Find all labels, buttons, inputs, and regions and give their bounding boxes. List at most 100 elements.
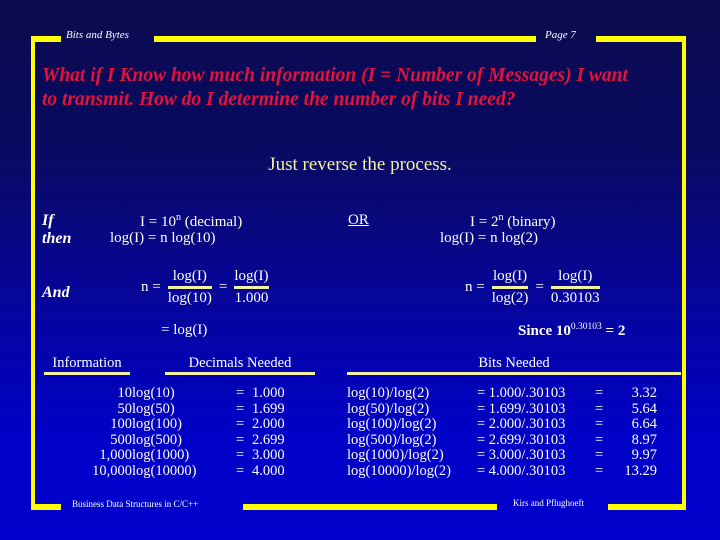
footer-left-label: Business Data Structures in C/C++ — [72, 499, 199, 509]
label-if: If — [42, 212, 54, 229]
fraction-decimal-operator: = — [218, 279, 228, 295]
fraction-decimal-lead: n = — [141, 279, 161, 295]
table-row: log(100)/log(2) = 2.000/.30103 = 6.64 — [347, 417, 657, 433]
fraction-decimal-first: log(I) log(10) — [164, 268, 216, 307]
cell-decimal-value: 1.000 — [252, 385, 285, 401]
fraction-binary-first-bar — [491, 286, 529, 289]
bits-table-body: log(10)/log(2) = 1.000/.30103 = 3.32 log(50)… — [347, 385, 657, 480]
cell-bits-equals: = — [595, 385, 604, 401]
cell-bits-expression: log(10000)/log(2) — [347, 462, 451, 479]
label-then: then — [42, 230, 72, 247]
formula-binary-line1: I = 2n (binary) — [470, 212, 556, 231]
cell-bits-value: 3.32 — [631, 385, 657, 401]
fraction-binary-first: log(I) log(2) — [488, 268, 533, 307]
footer-right-label: Kirs and Pflughoeft — [513, 498, 584, 508]
cell-bits-intermediate: = 2.699/.30103 — [477, 431, 566, 448]
frame-top-right-rail — [596, 36, 686, 42]
cell-decimal-expression: log(10) — [132, 385, 175, 401]
fraction-decimal-second-bar — [234, 286, 269, 289]
formula-decimal-result: = log(I) — [161, 322, 208, 338]
header-left-label: Bits and Bytes — [66, 29, 129, 41]
formula-binary-line1-lhs: I = 2 — [470, 214, 499, 230]
cell-information: 10 — [117, 385, 133, 401]
formula-decimal-line1-tail: (decimal) — [180, 214, 243, 230]
cell-bits-intermediate: = 3.000/.30103 — [477, 447, 566, 464]
frame-top-left-rail — [31, 36, 61, 42]
cell-decimal-value: 2.000 — [252, 416, 285, 433]
formula-binary-line1-tail: (binary) — [503, 214, 556, 230]
cell-decimal-equals: = — [236, 447, 245, 464]
cell-decimal-equals: = — [236, 400, 245, 417]
header-page-number: Page 7 — [545, 29, 576, 41]
fraction-binary-second-denominator: 0.30103 — [550, 290, 600, 306]
fraction-decimal-second-numerator: log(I) — [234, 268, 269, 284]
table-row: log(1000)/log(2) = 3.000/.30103 = 9.97 — [347, 448, 657, 464]
cell-bits-expression: log(50)/log(2) — [347, 400, 430, 417]
fraction-decimal-first-denominator: log(10) — [167, 290, 212, 306]
table-row: log(10000)/log(2) = 4.000/.30103 = 13.29 — [347, 462, 657, 480]
fraction-decimal-first-numerator: log(I) — [172, 268, 207, 284]
formula-binary-note-exponent: 0.30103 — [570, 322, 602, 332]
fraction-decimal: n = log(I) log(10) = log(I) 1.000 — [138, 268, 273, 307]
label-and: And — [42, 284, 70, 301]
formula-binary-line2: log(I) = n log(2) — [440, 230, 539, 246]
frame-bottom-left-rail — [31, 504, 61, 510]
formula-binary-note: Since 100.30103 = 2 — [518, 322, 625, 340]
table-row: 10,000 log(10000) = 4.000 — [44, 462, 304, 480]
label-or: OR — [348, 212, 369, 228]
frame-bottom-mid-rail — [243, 504, 497, 510]
cell-decimal-value: 1.699 — [252, 400, 285, 417]
table-row: 1,000 log(1000) = 3.000 — [44, 448, 304, 464]
cell-bits-equals: = — [595, 400, 604, 417]
cell-information: 1,000 — [99, 447, 132, 464]
cell-bits-expression: log(500)/log(2) — [347, 431, 437, 448]
decimals-table: 10 log(10) = 1.000 50 log(50) = 1.699 100 log(100… — [44, 385, 304, 480]
cell-decimal-expression: log(10000) — [132, 462, 197, 479]
fraction-decimal-second-denominator: 1.000 — [234, 290, 269, 306]
table-row: 50 log(50) = 1.699 — [44, 400, 304, 418]
cell-decimal-value: 2.699 — [252, 431, 285, 448]
table-row: 100 log(100) = 2.000 — [44, 417, 304, 433]
table-row: log(50)/log(2) = 1.699/.30103 = 5.64 — [347, 400, 657, 418]
frame-left-rail — [31, 38, 35, 508]
cell-information: 100 — [110, 416, 132, 433]
cell-decimal-expression: log(100) — [132, 416, 182, 433]
fraction-binary: n = log(I) log(2) = log(I) 0.30103 — [462, 268, 604, 307]
formula-binary-note-prefix: Since 10 — [518, 323, 571, 339]
cell-information: 10,000 — [92, 462, 132, 479]
fraction-binary-second-numerator: log(I) — [558, 268, 593, 284]
cell-bits-intermediate: = 1.000/.30103 — [477, 385, 566, 401]
cell-decimal-equals: = — [236, 431, 245, 448]
bits-table: log(10)/log(2) = 1.000/.30103 = 3.32 log(50)… — [347, 385, 657, 480]
cell-bits-expression: log(10)/log(2) — [347, 385, 430, 401]
cell-bits-intermediate: = 2.000/.30103 — [477, 416, 566, 433]
cell-decimal-expression: log(500) — [132, 431, 182, 448]
fraction-binary-operator: = — [535, 279, 544, 295]
fraction-decimal-second: log(I) 1.000 — [230, 268, 272, 307]
slide-title: What if I Know how much information (I =… — [42, 65, 628, 110]
cell-decimal-value: 3.000 — [252, 447, 285, 464]
column-header-decimals-needed: Decimals Needed — [165, 355, 315, 375]
cell-information: 500 — [110, 431, 132, 448]
slide-canvas: Bits and Bytes Page 7 What if I Know how… — [0, 0, 720, 540]
formula-decimal-line2: log(I) = n log(10) — [110, 230, 216, 246]
cell-information: 50 — [117, 400, 133, 417]
cell-decimal-equals: = — [236, 385, 245, 401]
cell-bits-value: 8.97 — [631, 431, 657, 448]
cell-decimal-value: 4.000 — [252, 462, 285, 479]
fraction-binary-first-denominator: log(2) — [491, 290, 529, 306]
table-row: 10 log(10) = 1.000 — [44, 385, 304, 402]
cell-decimal-expression: log(50) — [132, 400, 175, 417]
decimals-table-body: 10 log(10) = 1.000 50 log(50) = 1.699 100 log(100… — [44, 385, 304, 480]
cell-bits-equals: = — [595, 416, 604, 433]
cell-bits-value: 13.29 — [624, 462, 657, 479]
fraction-binary-lead: n = — [465, 279, 485, 295]
frame-right-rail — [682, 38, 686, 508]
table-row: log(500)/log(2) = 2.699/.30103 = 8.97 — [347, 431, 657, 449]
table-row: 500 log(500) = 2.699 — [44, 431, 304, 449]
slide-subtitle: Just reverse the process. — [268, 154, 452, 175]
cell-bits-equals: = — [595, 431, 604, 448]
cell-bits-intermediate: = 1.699/.30103 — [477, 400, 566, 417]
fraction-decimal-first-bar — [167, 286, 212, 289]
cell-bits-value: 5.64 — [631, 400, 657, 417]
